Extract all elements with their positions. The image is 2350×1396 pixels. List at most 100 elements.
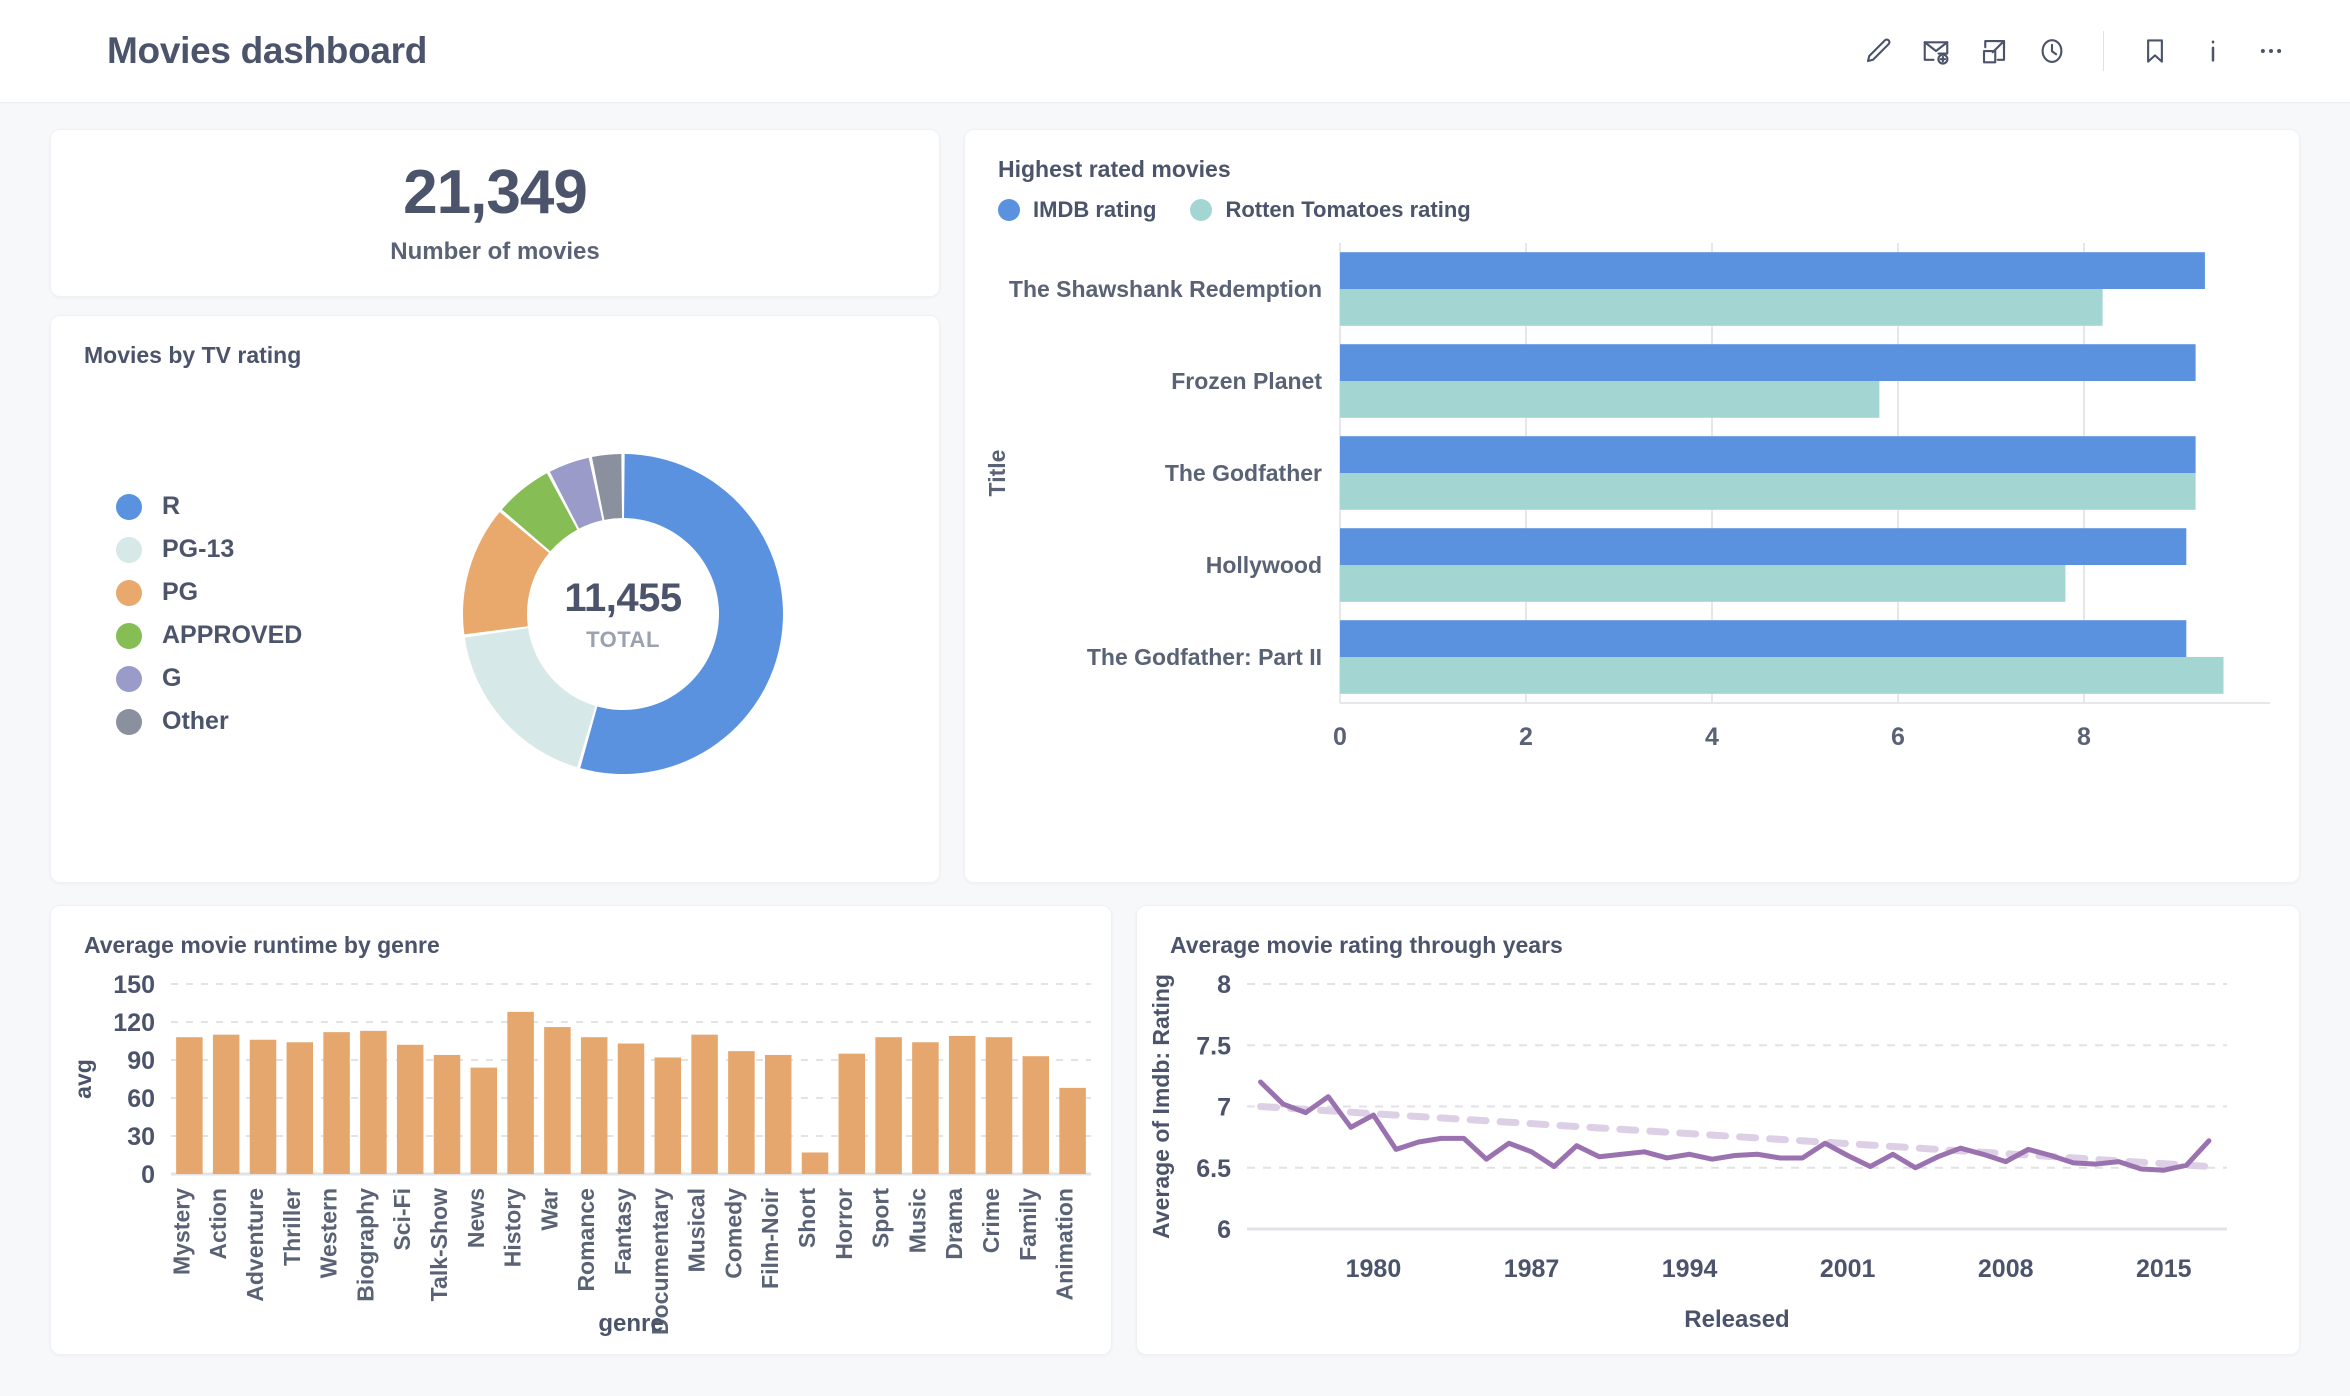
subscription-button[interactable] bbox=[1907, 22, 1965, 80]
vbar-category-label: Crime bbox=[978, 1188, 1004, 1253]
vbar-category-label: Biography bbox=[352, 1188, 378, 1302]
vbar-bar[interactable] bbox=[1059, 1087, 1086, 1174]
vbar-bar[interactable] bbox=[801, 1152, 829, 1174]
hbar-bar[interactable] bbox=[1340, 620, 2187, 657]
hbar-bar[interactable] bbox=[1340, 344, 2196, 381]
hbar-bar[interactable] bbox=[1340, 381, 1880, 418]
vbar-category-label: Action bbox=[205, 1188, 231, 1260]
page-title: Movies dashboard bbox=[107, 30, 428, 71]
legend-item-approved[interactable]: APPROVED bbox=[116, 614, 401, 657]
hbar-chart[interactable]: The Shawshank Redemption Frozen Planet The… bbox=[965, 223, 2295, 823]
vbar-bar[interactable] bbox=[838, 1053, 866, 1174]
vbar-bar[interactable] bbox=[360, 1030, 387, 1174]
share-button[interactable] bbox=[1965, 22, 2023, 80]
line-ytick-label: 8 bbox=[1217, 971, 1231, 999]
hbar-bar[interactable] bbox=[1340, 252, 2205, 289]
vbar-bar[interactable] bbox=[912, 1042, 939, 1174]
card-number-of-movies[interactable]: 21,349 Number of movies bbox=[50, 129, 940, 297]
vbar-bar[interactable] bbox=[654, 1057, 682, 1174]
line-ytick-label: 6 bbox=[1217, 1216, 1231, 1244]
info-button[interactable] bbox=[2184, 22, 2242, 80]
bookmark-button[interactable] bbox=[2126, 22, 2184, 80]
line-ytick-label: 6.5 bbox=[1196, 1155, 1231, 1183]
vbar-ytick-label: 90 bbox=[127, 1047, 155, 1075]
vbar-bar[interactable] bbox=[691, 1034, 718, 1174]
legend-item-r[interactable]: R bbox=[116, 485, 401, 528]
line-x-axis-label: Released bbox=[1684, 1306, 1789, 1333]
legend-item-label: PG bbox=[162, 578, 199, 606]
vbar-bar[interactable] bbox=[985, 1037, 1013, 1174]
vbar-category-label: History bbox=[500, 1188, 526, 1267]
vbar-bar[interactable] bbox=[728, 1051, 755, 1174]
scalar-value: 21,349 bbox=[403, 158, 588, 228]
vbar-bar[interactable] bbox=[875, 1037, 902, 1174]
hbar-bar[interactable] bbox=[1340, 528, 2187, 565]
legend-item-g[interactable]: G bbox=[116, 657, 401, 700]
card-movies-by-tv-rating[interactable]: Movies by TV rating R PG-13 PG APPROVED G Oth… bbox=[50, 315, 940, 883]
donut-chart[interactable]: 11,455 TOTAL bbox=[413, 404, 833, 824]
legend-color-dot bbox=[116, 708, 142, 735]
bookmark-icon bbox=[2140, 36, 2170, 66]
vbar-bar[interactable] bbox=[176, 1037, 203, 1174]
line-xtick-label: 1994 bbox=[1662, 1255, 1718, 1283]
card-avg-runtime-by-genre[interactable]: Average movie runtime by genre 0 30 60 90 12… bbox=[50, 905, 1112, 1355]
hbar-bar[interactable] bbox=[1340, 289, 2103, 326]
legend-item-label: APPROVED bbox=[162, 621, 303, 649]
vbar-x-axis-label: genre bbox=[598, 1310, 663, 1337]
hbar-bar[interactable] bbox=[1340, 473, 2196, 510]
vbar-bar[interactable] bbox=[948, 1035, 976, 1174]
vbar-category-label: News bbox=[463, 1188, 489, 1248]
vbar-category-label: Mystery bbox=[168, 1188, 194, 1275]
vbar-bar[interactable] bbox=[1022, 1056, 1050, 1174]
runtime-bar-chart[interactable]: 0 30 60 90 120 150 Mystery Action Adventure Thril… bbox=[51, 959, 1111, 1339]
vbar-bar[interactable] bbox=[580, 1037, 608, 1174]
legend-item-pg[interactable]: PG bbox=[116, 571, 401, 614]
vbar-category-label: Animation bbox=[1052, 1188, 1078, 1300]
edit-dashboard-button[interactable] bbox=[1849, 22, 1907, 80]
hbar-legend-label: Rotten Tomatoes rating bbox=[1225, 197, 1471, 222]
line-xtick-label: 2001 bbox=[1820, 1255, 1876, 1283]
card-highest-rated-movies[interactable]: Highest rated movies IMDB rating Rotten T… bbox=[964, 129, 2300, 883]
hbar-legend-item-0[interactable]: IMDB rating bbox=[998, 197, 1156, 223]
vbar-category-label: Drama bbox=[941, 1188, 967, 1260]
rating-line-chart[interactable]: 6 6.5 7 7.5 8 1980 1987 1994 2001 2008 2015 Average… bbox=[1137, 959, 2297, 1339]
more-options-button[interactable] bbox=[2242, 22, 2300, 80]
hbar-xtick-label: 8 bbox=[2077, 723, 2091, 751]
legend-item-label: R bbox=[162, 492, 181, 520]
vbar-category-label: Horror bbox=[831, 1188, 857, 1260]
card-avg-rating-through-years[interactable]: Average movie rating through years 6 6.5 7… bbox=[1136, 905, 2300, 1355]
vbar-bar[interactable] bbox=[249, 1039, 277, 1174]
vbar-bar[interactable] bbox=[396, 1044, 424, 1174]
vbar-bar[interactable] bbox=[470, 1067, 498, 1174]
vbar-bar[interactable] bbox=[323, 1032, 350, 1174]
vbar-ytick-label: 30 bbox=[127, 1123, 155, 1151]
hbar-bar[interactable] bbox=[1340, 436, 2196, 473]
vbar-bar[interactable] bbox=[286, 1042, 314, 1174]
header-actions bbox=[1849, 22, 2300, 80]
vbar-ytick-label: 60 bbox=[127, 1085, 155, 1113]
legend-item-other[interactable]: Other bbox=[116, 700, 401, 743]
vbar-bar[interactable] bbox=[544, 1027, 571, 1174]
vbar-category-label: Fantasy bbox=[610, 1188, 636, 1275]
legend-item-pg-13[interactable]: PG-13 bbox=[116, 528, 401, 571]
legend-item-label: Other bbox=[162, 707, 229, 735]
hbar-legend-label: IMDB rating bbox=[1033, 197, 1157, 222]
history-button[interactable] bbox=[2023, 22, 2081, 80]
vbar-category-label: Music bbox=[904, 1188, 930, 1253]
hbar-legend-item-1[interactable]: Rotten Tomatoes rating bbox=[1190, 197, 1471, 223]
hbar-bar[interactable] bbox=[1340, 565, 2066, 602]
vbar-bar[interactable] bbox=[433, 1054, 461, 1174]
donut-legend: R PG-13 PG APPROVED G Other bbox=[71, 485, 401, 743]
hbar-legend: IMDB rating Rotten Tomatoes rating bbox=[965, 183, 2299, 223]
vbar-bar[interactable] bbox=[212, 1034, 240, 1174]
vbar-bar[interactable] bbox=[507, 1011, 534, 1174]
header-divider bbox=[2103, 31, 2104, 71]
vbar-bar[interactable] bbox=[617, 1043, 645, 1174]
donut-slice-pg-13[interactable] bbox=[464, 628, 596, 768]
hbar-bar[interactable] bbox=[1340, 657, 2224, 694]
vbar-category-label: Family bbox=[1015, 1188, 1041, 1261]
vbar-bar[interactable] bbox=[764, 1054, 792, 1174]
vbar-category-label: Film-Noir bbox=[757, 1188, 783, 1289]
legend-color-dot bbox=[116, 665, 142, 692]
vbar-ytick-label: 120 bbox=[113, 1009, 155, 1037]
